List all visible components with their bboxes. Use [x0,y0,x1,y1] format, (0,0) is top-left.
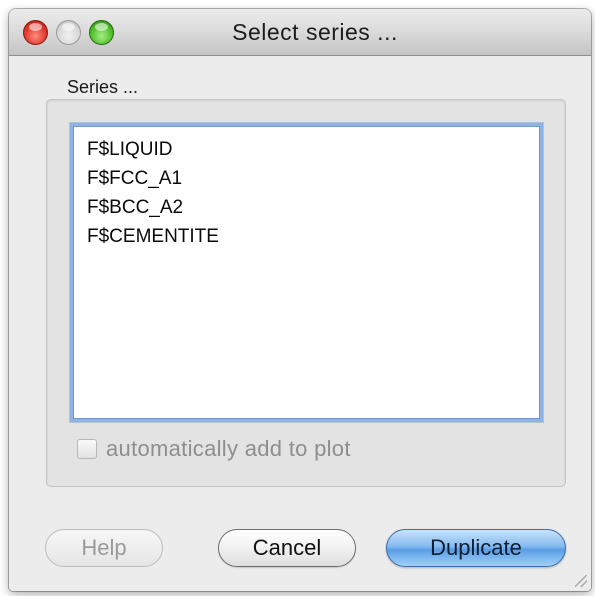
help-button[interactable]: Help [45,529,163,567]
auto-add-label: automatically add to plot [106,436,351,461]
window-title: Select series ... [232,19,398,45]
auto-add-checkbox[interactable] [77,439,97,459]
duplicate-button[interactable]: Duplicate [386,529,566,567]
cancel-button[interactable]: Cancel [218,529,356,567]
resize-grip-icon[interactable] [575,575,587,587]
series-list-item[interactable]: F$LIQUID [74,135,539,164]
series-list-item[interactable]: F$CEMENTITE [74,222,539,251]
series-group-label: Series ... [67,77,139,97]
auto-add-option: automatically add to plot [77,435,351,463]
select-series-dialog: Select series ... Series ... F$LIQUID F$… [9,9,591,591]
series-list-item[interactable]: F$BCC_A2 [74,193,539,222]
series-listbox[interactable]: F$LIQUID F$FCC_A1 F$BCC_A2 F$CEMENTITE [73,126,540,419]
series-list-item[interactable]: F$FCC_A1 [74,164,539,193]
title-bar[interactable]: Select series ... [9,9,591,56]
